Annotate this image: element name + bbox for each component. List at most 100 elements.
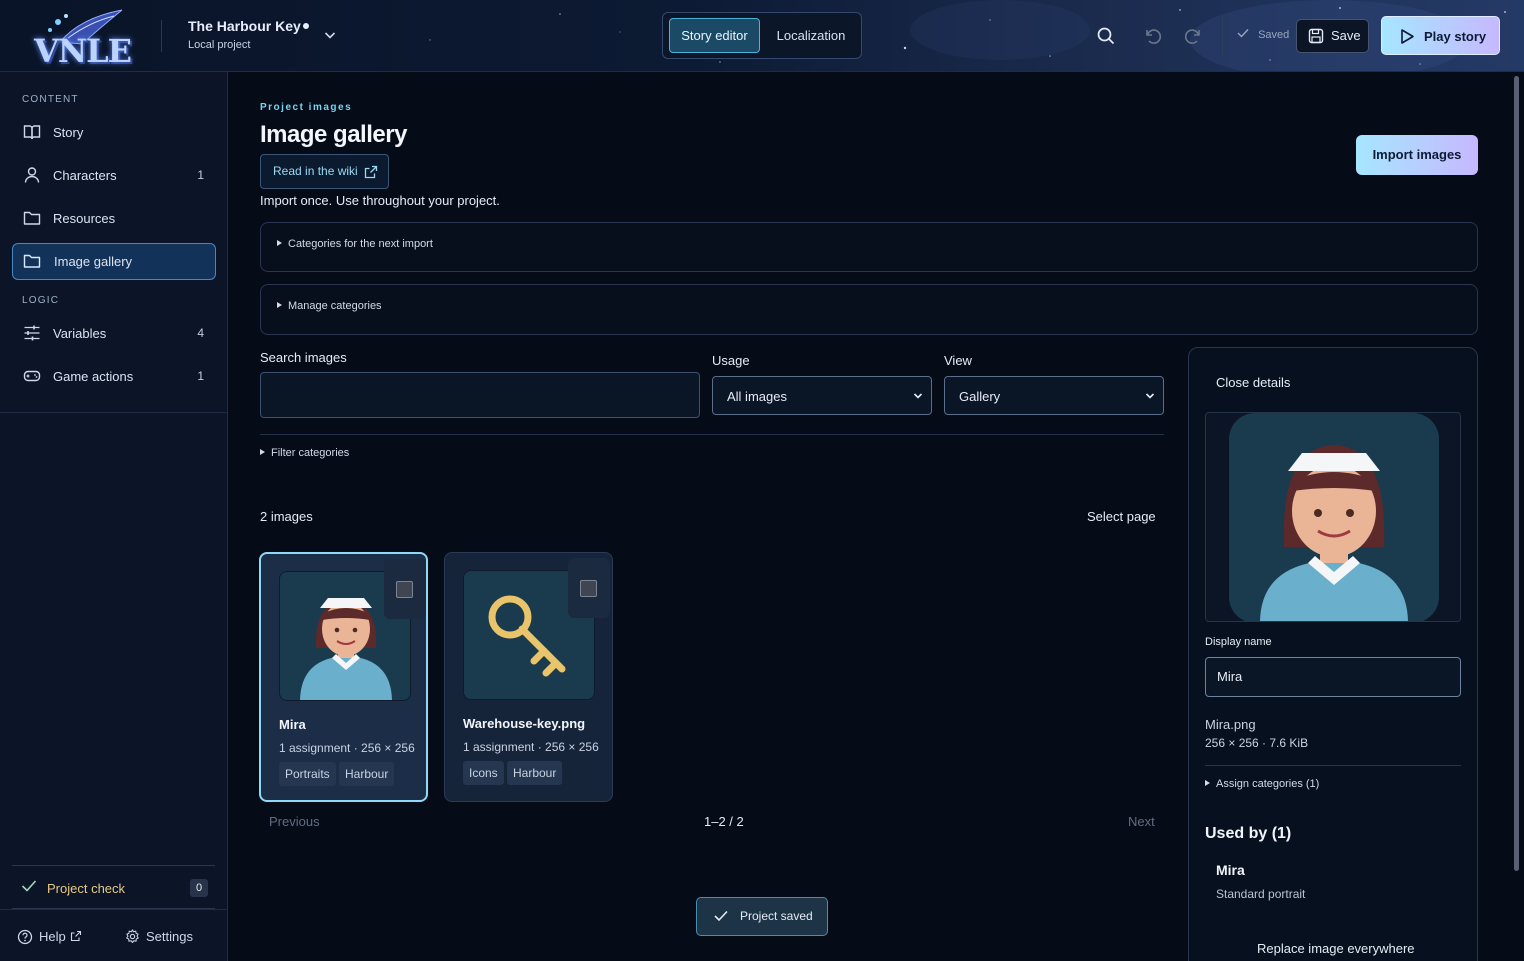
sidebar-item-image-gallery[interactable]: Image gallery [12,243,216,280]
manage-categories-summary: Manage categories [277,300,382,312]
filter-categories-disclosure[interactable]: Filter categories [260,447,349,459]
usage-select[interactable]: All images [712,376,932,415]
image-card-warehouse-key[interactable]: Warehouse-key.png 1 assignment · 256 × 2… [444,552,613,802]
external-link-icon [364,165,378,179]
assign-categories-label: Assign categories (1) [1216,778,1320,790]
portrait-image [1206,413,1460,621]
undo-icon[interactable] [1143,26,1163,46]
unsaved-dot [303,23,309,29]
toast-label: Project saved [740,909,813,923]
filter-categories-label: Filter categories [271,447,350,459]
usage-select-value: All images [727,389,787,404]
page-description: Import once. Use throughout your project… [260,193,500,208]
project-check-count: 0 [190,879,208,897]
used-by-subtitle: Standard portrait [1216,887,1306,901]
tab-localization[interactable]: Localization [766,18,856,53]
floppy-disk-icon [1308,28,1324,44]
select-checkbox[interactable] [396,581,413,598]
view-select[interactable]: Gallery [944,376,1164,415]
page-scrollbar[interactable] [1514,76,1519,871]
image-card-name: Warehouse-key.png [463,716,586,731]
manage-categories-disclosure[interactable]: Manage categories [260,284,1478,335]
view-select-value: Gallery [959,389,1001,404]
category-tag: Harbour [507,761,563,785]
filter-divider [260,434,1164,435]
details-divider [1205,765,1461,766]
view-label: View [944,353,972,368]
external-link-icon [70,930,82,942]
save-label: Save [1331,28,1361,43]
search-input[interactable] [260,372,700,418]
check-icon [1237,29,1249,38]
sidebar-item-label: Characters [53,168,117,183]
sidebar-item-label: Story [53,125,84,140]
sidebar-item-game-actions[interactable]: Game actions 1 [12,358,216,395]
user-icon [24,167,40,183]
folder-icon [23,254,41,268]
replace-image-button[interactable]: Replace image everywhere [1257,941,1415,956]
pagination-next[interactable]: Next [1128,814,1155,829]
sidebar: CONTENT Story Characters 1 Resources Ima… [0,72,228,961]
toolbar-separator [1222,16,1223,56]
saved-label: Saved [1258,29,1290,41]
redo-icon[interactable] [1183,26,1203,46]
logo-text: VNLE [34,32,132,70]
sidebar-item-variables[interactable]: Variables 4 [12,315,216,352]
saved-indicator: Saved [1237,28,1289,41]
top-bar: VNLE The Harbour Key Local project Story… [0,0,1524,72]
select-page-button[interactable]: Select page [1087,509,1156,524]
used-by-name[interactable]: Mira [1216,862,1245,878]
sidebar-item-resources[interactable]: Resources [12,200,216,237]
display-name-label: Display name [1205,636,1272,648]
sidebar-item-label: Variables [53,326,107,341]
sidebar-heading-logic: LOGIC [22,295,60,306]
tab-story-editor[interactable]: Story editor [669,18,760,53]
settings-label: Settings [146,929,193,944]
image-preview [1205,412,1461,622]
sidebar-item-label: Image gallery [54,254,133,269]
disclosure-triangle-icon [277,302,282,308]
play-story-button[interactable]: Play story [1381,16,1500,55]
import-images-button[interactable]: Import images [1356,135,1478,175]
project-subtitle: Local project [188,39,251,51]
image-card-mira[interactable]: Mira 1 assignment · 256 × 256 Portraits … [259,552,428,802]
chevron-down-icon[interactable] [323,28,337,42]
sliders-icon [24,325,40,341]
sidebar-divider [0,412,228,413]
select-checkbox[interactable] [580,580,597,597]
project-saved-toast: Project saved [696,897,828,936]
assign-categories-disclosure[interactable]: Assign categories (1) [1205,778,1319,790]
app-logo[interactable]: VNLE [30,8,136,70]
sidebar-item-label: Game actions [53,369,134,384]
pagination-previous[interactable]: Previous [269,814,320,829]
chevron-down-icon [1145,393,1155,399]
categories-next-import-disclosure[interactable]: Categories for the next import [260,222,1478,272]
sidebar-item-label: Resources [53,211,116,226]
sidebar-item-count: 4 [197,326,204,340]
display-name-input[interactable]: Mira [1205,657,1461,697]
page-eyebrow: Project images [260,102,353,113]
sidebar-item-story[interactable]: Story [12,114,216,151]
project-title[interactable]: The Harbour Key [188,18,301,34]
read-wiki-button[interactable]: Read in the wiki [260,154,389,189]
image-card-meta: 1 assignment · 256 × 256 [463,740,599,754]
project-check-button[interactable]: Project check 0 [12,865,215,909]
sidebar-item-count: 1 [197,168,204,182]
close-details-button[interactable]: Close details [1216,375,1290,390]
category-tag: Icons [463,761,504,785]
project-check-label: Project check [47,881,126,896]
search-icon[interactable] [1096,26,1116,46]
book-icon [23,125,41,140]
sidebar-item-characters[interactable]: Characters 1 [12,157,216,194]
disclosure-triangle-icon [1205,780,1210,786]
manage-categories-label: Manage categories [288,300,382,312]
category-tag: Harbour [339,762,395,786]
editor-mode-switch: Story editor Localization [662,12,862,59]
pagination-range: 1–2 / 2 [704,814,744,829]
categories-next-import-label: Categories for the next import [288,238,433,250]
file-name: Mira.png [1205,717,1256,732]
save-button[interactable]: Save [1296,19,1369,53]
image-count: 2 images [260,509,313,524]
search-images-label: Search images [260,350,347,365]
image-card-meta: 1 assignment · 256 × 256 [279,741,415,755]
